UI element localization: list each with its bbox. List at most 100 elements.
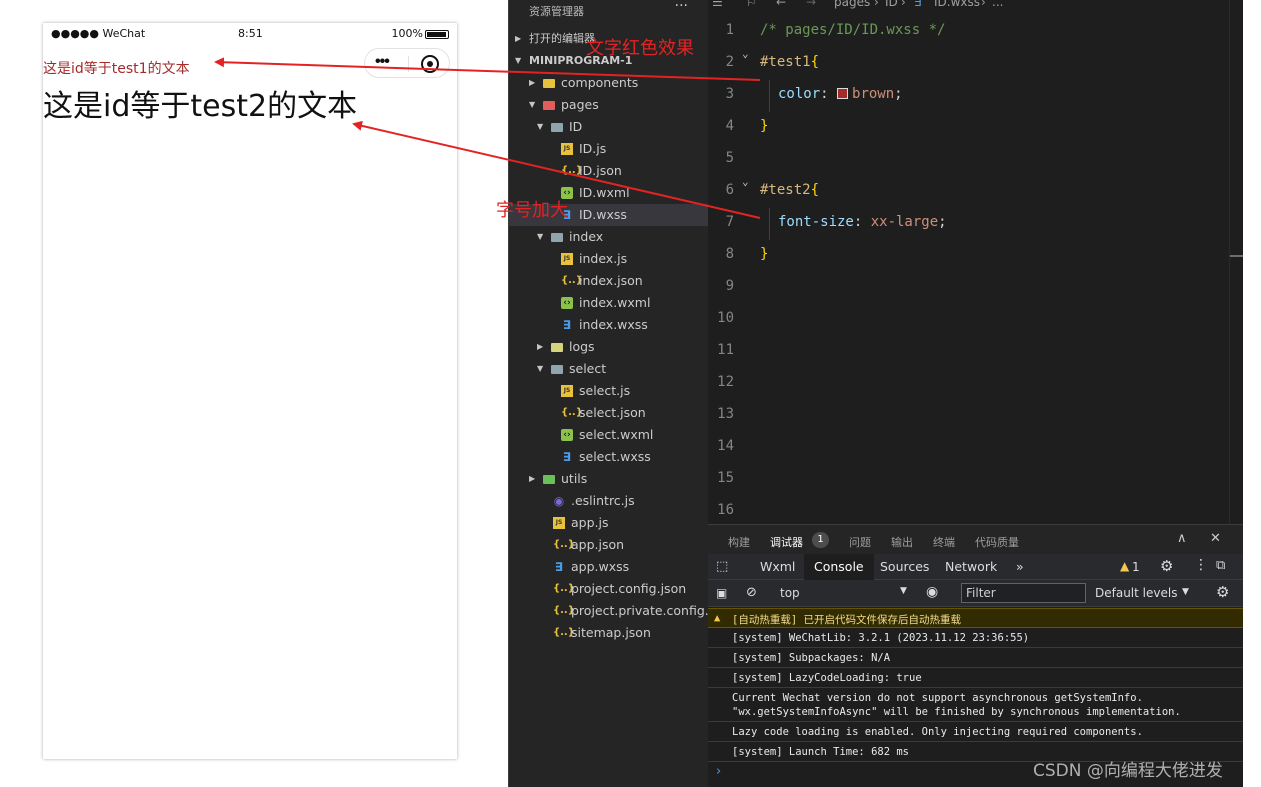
tab-debugger[interactable]: 调试器 xyxy=(770,534,803,550)
kebab-menu-icon[interactable]: ⋮ xyxy=(1194,557,1208,573)
back-arrow-icon[interactable]: ← xyxy=(776,0,786,9)
line-number: 4 xyxy=(725,118,734,134)
tree-item[interactable]: {..} select.json xyxy=(509,402,709,424)
log-levels-select[interactable]: Default levels xyxy=(1095,586,1177,600)
value-brown: brown xyxy=(852,86,895,102)
more-tabs-button[interactable]: » xyxy=(1006,554,1034,580)
tree-item[interactable]: ∃ index.wxss xyxy=(509,314,709,336)
code-editor[interactable]: ☰ ⚐ ← → pages › ID › ∃ ID.wxss › ... 123… xyxy=(708,0,1243,524)
forward-arrow-icon[interactable]: → xyxy=(806,0,816,9)
menu-icon[interactable]: ☰ xyxy=(712,0,723,9)
tree-item[interactable]: JS index.js xyxy=(509,248,709,270)
chevron-down-icon[interactable]: ▼ xyxy=(900,586,907,596)
folder-open-icon xyxy=(551,365,563,374)
tree-item[interactable]: {..} sitemap.json xyxy=(509,622,709,644)
tree-item-label: utils xyxy=(561,471,588,486)
eslint-file-icon: ◉ xyxy=(553,494,565,508)
breadcrumb-file[interactable]: ID.wxss xyxy=(934,0,980,9)
chevron-up-icon[interactable]: ∧ xyxy=(1177,531,1187,546)
breadcrumb: ☰ ⚐ ← → pages › ID › ∃ ID.wxss › ... xyxy=(708,0,1243,12)
tree-item[interactable]: JS ID.js xyxy=(509,138,709,160)
tree-item[interactable]: ∃ app.wxss xyxy=(509,556,709,578)
battery-label: 100% xyxy=(391,27,423,40)
tree-item[interactable]: ▼ ID xyxy=(509,116,709,138)
chevron-down-icon: ▼ xyxy=(537,232,544,241)
inspect-icon[interactable]: ⬚ xyxy=(716,559,728,574)
json-file-icon: {..} xyxy=(553,627,575,638)
tree-item[interactable]: ▶ utils xyxy=(509,468,709,490)
tree-item[interactable]: ▼ pages xyxy=(509,94,709,116)
property-color: color xyxy=(778,86,821,102)
indent-guide xyxy=(769,80,770,112)
chevron-down-icon: ▼ xyxy=(515,56,522,65)
fold-chevron-icon[interactable]: ⌄ xyxy=(742,175,749,188)
tree-item[interactable]: JS app.js xyxy=(509,512,709,534)
line-number: 11 xyxy=(717,342,734,358)
tree-item[interactable]: {..} app.json xyxy=(509,534,709,556)
line-number: 14 xyxy=(717,438,734,454)
tab-wxml[interactable]: Wxml xyxy=(750,554,805,580)
tree-item[interactable]: ▶ components xyxy=(509,72,709,94)
clear-console-icon[interactable]: ⊘ xyxy=(746,585,757,600)
tab-code-quality[interactable]: 代码质量 xyxy=(975,534,1019,550)
tree-item[interactable]: ▶ logs xyxy=(509,336,709,358)
tree-item[interactable]: ▼ index xyxy=(509,226,709,248)
tab-sources[interactable]: Sources xyxy=(870,554,939,580)
sidebar-toggle-icon[interactable]: ▣ xyxy=(716,586,727,600)
code-line-3: color: brown; xyxy=(778,86,903,102)
more-dots-icon[interactable]: ••• xyxy=(375,53,390,71)
record-icon[interactable] xyxy=(421,55,439,73)
tree-item[interactable]: ▼ select xyxy=(509,358,709,380)
tree-item-label: select.json xyxy=(579,405,646,420)
explorer-more-button[interactable]: ··· xyxy=(675,0,688,14)
filter-input[interactable]: Filter xyxy=(961,583,1086,603)
tree-item[interactable]: ∃ select.wxss xyxy=(509,446,709,468)
tree-item[interactable]: {..} project.config.json xyxy=(509,578,709,600)
code-line-1: /* pages/ID/ID.wxss */ xyxy=(760,22,946,38)
close-icon[interactable]: ✕ xyxy=(1210,531,1221,546)
gear-icon[interactable]: ⚙ xyxy=(1216,583,1229,601)
tree-item[interactable]: {..} index.json xyxy=(509,270,709,292)
warning-icon: ▲ xyxy=(1120,559,1130,573)
tree-item[interactable]: {..} ID.json xyxy=(509,160,709,182)
tab-console[interactable]: Console xyxy=(804,554,874,580)
editor-scrollbar[interactable] xyxy=(1229,0,1244,524)
tree-item[interactable]: {..} project.private.config.js... xyxy=(509,600,731,622)
chevron-down-icon[interactable]: ▼ xyxy=(1182,587,1189,597)
console-log: [system] WeChatLib: 3.2.1 (2023.11.12 23… xyxy=(708,628,1243,648)
tree-item[interactable]: ‹› select.wxml xyxy=(509,424,709,446)
bookmark-icon[interactable]: ⚐ xyxy=(746,0,757,9)
breadcrumb-id[interactable]: ID xyxy=(885,0,898,9)
fold-chevron-icon[interactable]: ⌄ xyxy=(742,47,749,60)
tree-item[interactable]: ‹› index.wxml xyxy=(509,292,709,314)
wxml-file-icon: ‹› xyxy=(561,297,573,309)
tab-terminal[interactable]: 终端 xyxy=(933,534,955,550)
tab-build[interactable]: 构建 xyxy=(728,534,750,550)
tree-item[interactable]: ◉ .eslintrc.js xyxy=(509,490,709,512)
color-swatch[interactable] xyxy=(837,88,849,99)
line-number: 2 xyxy=(725,54,734,70)
js-file-icon: JS xyxy=(561,385,573,397)
breadcrumb-pages[interactable]: pages xyxy=(834,0,870,9)
selector-test2: #test2 xyxy=(760,182,811,198)
tab-problems[interactable]: 问题 xyxy=(849,534,871,550)
devtools-tab-bar: ⬚ Wxml Console Sources Network » ▲ 1 ⚙ ⋮… xyxy=(708,554,1243,580)
dock-icon[interactable]: ⧉ xyxy=(1216,558,1225,573)
tree-item-label: index.wxml xyxy=(579,295,651,310)
context-select[interactable]: top xyxy=(780,586,800,600)
property-font-size: font-size xyxy=(778,214,854,230)
tab-output[interactable]: 输出 xyxy=(891,534,913,550)
tree-item[interactable]: JS select.js xyxy=(509,380,709,402)
pages-folder-icon xyxy=(543,101,555,110)
folder-icon xyxy=(551,343,563,352)
console-toolbar: ▣ ⊘ top ▼ ◉ Filter Default levels ▼ ⚙ xyxy=(708,580,1243,607)
colon: : xyxy=(853,214,871,230)
explorer-title: 资源管理器 xyxy=(529,5,584,18)
warning-count[interactable]: 1 xyxy=(1132,560,1140,574)
eye-icon[interactable]: ◉ xyxy=(926,584,938,600)
gear-icon[interactable]: ⚙ xyxy=(1160,557,1173,575)
breadcrumb-more[interactable]: ... xyxy=(992,0,1003,9)
console-prompt[interactable]: › xyxy=(716,764,721,779)
tab-network[interactable]: Network xyxy=(935,554,1007,580)
tree-item-label: .eslintrc.js xyxy=(571,493,635,508)
